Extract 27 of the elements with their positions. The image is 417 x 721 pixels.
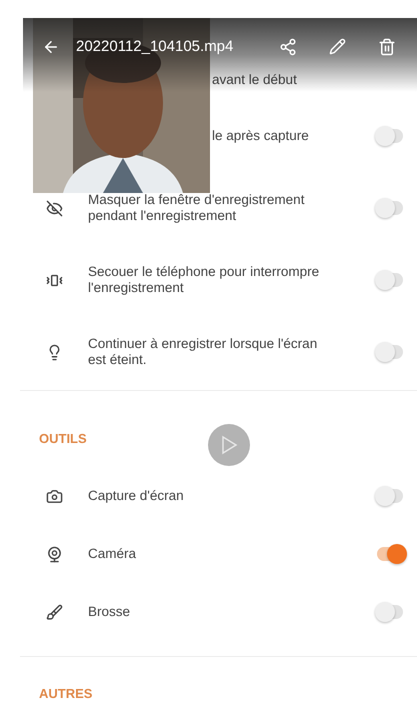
setting-label: Caméra [88, 546, 138, 562]
section-heading: AUTRES [39, 686, 92, 701]
setting-label: Capture d'écran [88, 488, 185, 504]
toggle-switch[interactable] [377, 201, 403, 215]
setting-label: avant le début [212, 72, 298, 88]
toggle-switch[interactable] [377, 605, 403, 619]
toggle-switch[interactable] [377, 273, 403, 287]
delete-button[interactable] [378, 38, 396, 56]
setting-label: Masquer la fenêtre d'enregistrement pendant l'enregistrement [88, 192, 306, 224]
webcam-icon [46, 546, 63, 562]
setting-label: Brosse [88, 604, 132, 620]
file-title: 20220112_104105.mp4 [76, 38, 234, 55]
camera-icon [46, 488, 63, 504]
play-icon [220, 435, 238, 455]
setting-label: Secouer le téléphone pour interrompre l'enregistrement [88, 264, 320, 296]
brush-icon [46, 604, 63, 620]
setting-label: le après capture [212, 128, 310, 144]
share-button[interactable] [279, 38, 297, 56]
back-button[interactable] [42, 38, 60, 56]
edit-button[interactable] [329, 38, 346, 55]
section-heading: OUTILS [39, 431, 87, 446]
toggle-switch[interactable] [377, 489, 403, 503]
setting-label: Continuer à enregistrer lorsque l'écran est éteint. [88, 336, 318, 368]
eye-off-icon [46, 200, 63, 216]
play-button[interactable] [208, 424, 250, 466]
toggle-switch[interactable] [377, 345, 403, 359]
toggle-switch[interactable] [377, 129, 403, 143]
